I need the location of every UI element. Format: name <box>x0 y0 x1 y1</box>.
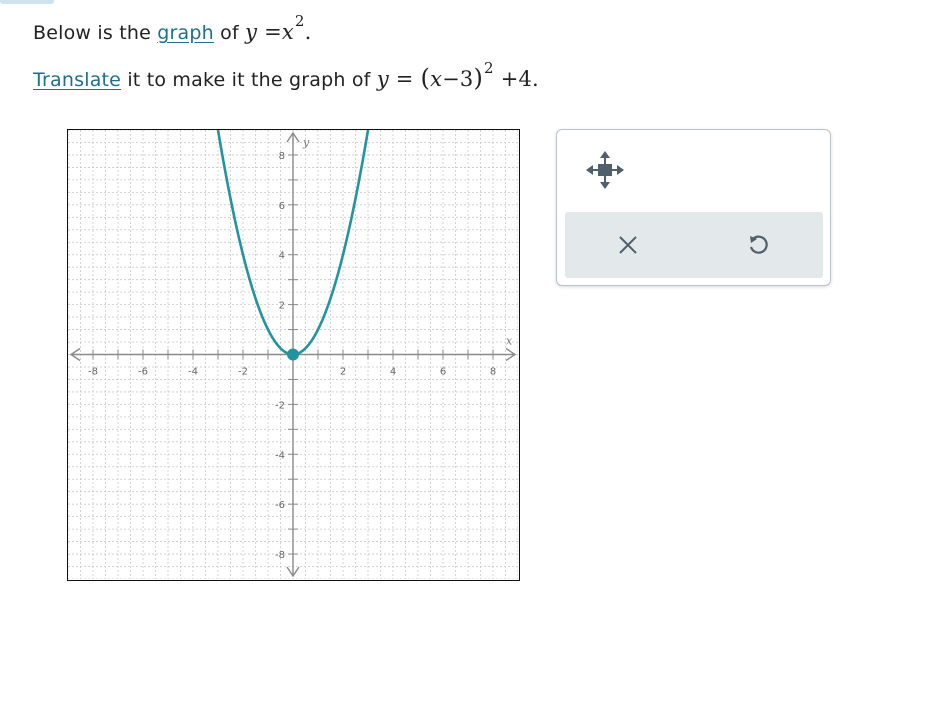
prompt-text: it to make it the graph of <box>127 69 371 91</box>
x-tick-label: 8 <box>490 367 496 378</box>
y-tick-label: -2 <box>275 400 285 411</box>
prompt-line-1: Below is the graph of y =x2. <box>33 12 312 44</box>
undo-icon <box>749 235 768 254</box>
equation-target: y = (x−3)2 +4. <box>376 59 539 92</box>
y-tick-label: -8 <box>275 550 285 561</box>
prompt-text: of <box>220 22 239 44</box>
vertex-point[interactable] <box>287 348 299 361</box>
x-tick-label: -6 <box>138 367 148 378</box>
y-tick-label: 4 <box>279 251 285 262</box>
close-icon <box>619 236 637 254</box>
x-tick-label: 4 <box>390 367 396 378</box>
y-tick-label: -6 <box>275 500 285 511</box>
x-tick-label: 6 <box>440 367 446 378</box>
y-axis-label: y <box>302 136 310 149</box>
graph-link[interactable]: graph <box>157 22 214 44</box>
translate-link[interactable]: Translate <box>33 69 121 91</box>
y-tick-label: 8 <box>279 151 285 162</box>
tool-panel <box>556 129 831 286</box>
x-tick-label: 2 <box>340 367 346 378</box>
x-tick-label: -2 <box>238 367 248 378</box>
prompt-text: Below is the <box>33 22 152 44</box>
coordinate-plane[interactable]: -8 -6 -4 -2 2 4 6 8 8 6 4 2 -2 -4 -6 -8 x y <box>68 130 518 579</box>
x-tick-label: -4 <box>188 367 198 378</box>
y-tick-label: 6 <box>279 201 285 212</box>
top-tab-indicator <box>0 0 54 4</box>
equation-original: y =x2. <box>245 12 312 44</box>
move-arrows-icon <box>586 151 624 189</box>
undo-button[interactable] <box>735 222 781 268</box>
graph-area[interactable]: -8 -6 -4 -2 2 4 6 8 8 6 4 2 -2 -4 -6 -8 x y <box>67 129 520 581</box>
move-tool-button[interactable] <box>581 148 629 192</box>
action-bar <box>565 212 823 278</box>
x-axis-label: x <box>506 335 513 348</box>
y-tick-label: 2 <box>279 301 285 312</box>
y-tick-label: -4 <box>275 450 285 461</box>
prompt-line-2: Translate it to make it the graph of y =… <box>33 59 539 92</box>
x-tick-label: -8 <box>88 367 98 378</box>
clear-button[interactable] <box>605 222 651 268</box>
